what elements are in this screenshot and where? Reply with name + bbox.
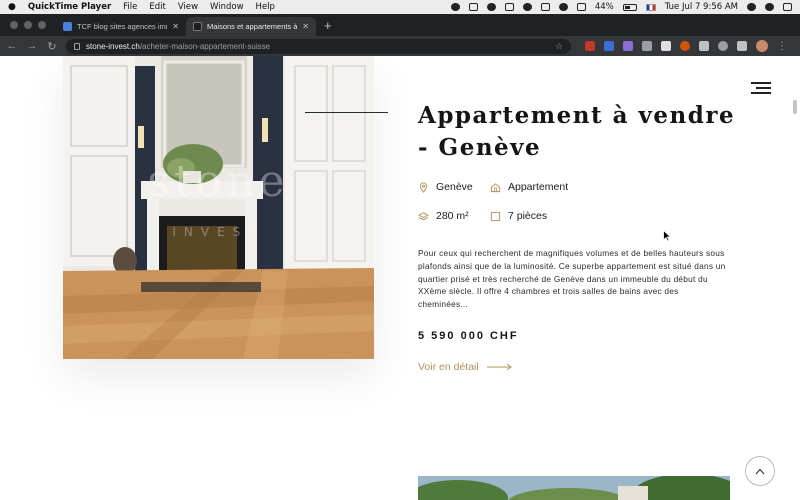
bookmark-star-icon[interactable]: ☆ [555, 41, 563, 52]
arrow-right-icon [486, 363, 512, 371]
page-content: stone INVEST Appartement à vendre - Genè… [0, 56, 800, 500]
copy-extension-icon[interactable] [699, 41, 709, 51]
listing-photo[interactable]: stone INVEST [63, 56, 374, 359]
rooms-value: 7 pièces [508, 210, 548, 222]
input-source-flag-icon[interactable] [645, 3, 656, 11]
feature-location: Genève [418, 181, 473, 193]
layers-icon [418, 211, 429, 220]
url-host: stone-invest.ch [86, 41, 140, 51]
spotlight-search-icon[interactable] [747, 3, 756, 11]
view-details-link[interactable]: Voir en détail [418, 361, 513, 373]
listing-description: Pour ceux qui recherchent de magnifiques… [418, 248, 726, 310]
puzzle-extensions-icon[interactable] [737, 41, 747, 51]
feature-property-type: Appartement [490, 181, 568, 193]
pen-extension-icon[interactable] [623, 41, 633, 51]
circle-extension-icon[interactable] [680, 41, 690, 51]
settings-extension-icon[interactable] [718, 41, 728, 51]
tab-maisons-appartements[interactable]: Maisons et appartements à ach ✕ [186, 17, 316, 36]
zoom-window-button[interactable] [38, 21, 46, 29]
chevron-up-icon [755, 468, 765, 474]
window-controls [0, 21, 56, 36]
scroll-to-top-button[interactable] [745, 456, 775, 486]
tab-title: Maisons et appartements à ach [207, 22, 298, 31]
close-tab-icon[interactable]: ✕ [172, 22, 179, 31]
page-scrollbar-thumb[interactable] [793, 100, 797, 114]
new-tab-button[interactable]: + [316, 18, 340, 36]
house-icon [490, 182, 501, 192]
menu-view[interactable]: View [178, 2, 198, 12]
menu-help[interactable]: Help [256, 2, 275, 12]
back-arrow-icon[interactable]: ← [6, 40, 18, 52]
hamburger-menu-icon[interactable] [751, 82, 771, 94]
profile-avatar[interactable] [756, 40, 768, 52]
view-details-label: Voir en détail [418, 361, 479, 373]
address-bar[interactable]: stone-invest.ch/acheter-maison-apparteme… [66, 38, 571, 54]
tab-tcf-blog[interactable]: TCF blog sites agences immo ✕ [56, 17, 186, 36]
macos-menu-bar: ● QuickTime Player File Edit View Window… [0, 0, 800, 14]
apple-menu-icon[interactable]: ● [8, 2, 16, 12]
listing-title: Appartement à vendre - Genève [418, 102, 736, 161]
adblock-extension-icon[interactable] [585, 41, 595, 51]
minimize-window-button[interactable] [24, 21, 32, 29]
listing-price: 5 590 000 CHF [418, 330, 519, 342]
bluetooth-icon[interactable] [540, 3, 550, 11]
sync-icon[interactable] [486, 3, 496, 11]
location-value: Genève [436, 181, 473, 193]
menu-edit[interactable]: Edit [149, 2, 165, 12]
forward-arrow-icon[interactable]: → [26, 40, 38, 52]
close-tab-icon[interactable]: ✕ [302, 22, 309, 31]
url-path: /acheter-maison-appartement-suisse [139, 41, 271, 51]
feature-surface: 280 m² [418, 210, 469, 222]
tag-extension-icon[interactable] [661, 41, 671, 51]
rooms-square-icon [490, 211, 501, 221]
upload-status-icon[interactable] [450, 3, 460, 11]
browser-toolbar: ← → ↻ stone-invest.ch/acheter-maison-app… [0, 36, 800, 56]
new-extension-icon[interactable] [604, 41, 614, 51]
surface-value: 280 m² [436, 210, 469, 222]
stone-favicon-icon [193, 22, 202, 31]
eyedropper-extension-icon[interactable] [642, 41, 652, 51]
decorative-rule [305, 112, 388, 113]
user-account-icon[interactable] [765, 3, 774, 11]
control-center-icon[interactable] [783, 3, 792, 11]
volume-icon[interactable] [576, 3, 586, 11]
battery-percent: 44% [594, 2, 614, 12]
location-pin-icon [419, 182, 428, 193]
menu-app-name[interactable]: QuickTime Player [28, 2, 111, 12]
menu-bar-status-area: 44% Tue Jul 7 9:56 AM [450, 2, 792, 12]
mouse-cursor-icon [663, 230, 671, 242]
docs-favicon-icon [63, 22, 72, 31]
property-type-value: Appartement [508, 181, 569, 193]
wifi-icon[interactable] [558, 3, 568, 11]
more-menu-icon[interactable]: ⋮ [777, 41, 787, 52]
record-icon[interactable] [522, 3, 532, 11]
svg-text:INVEST: INVEST [172, 225, 263, 239]
menu-window[interactable]: Window [210, 2, 244, 12]
menu-file[interactable]: File [123, 2, 137, 12]
browser-tab-strip: TCF blog sites agences immo ✕ Maisons et… [0, 14, 800, 36]
svg-text:stone: stone [147, 156, 288, 207]
next-listing-photo[interactable] [418, 476, 730, 500]
extensions-area: ⋮ [585, 40, 787, 52]
reload-icon[interactable]: ↻ [46, 40, 58, 53]
menu-clock[interactable]: Tue Jul 7 9:56 AM [665, 2, 738, 12]
screen-share-icon[interactable] [468, 3, 478, 11]
close-window-button[interactable] [10, 21, 18, 29]
feature-rooms: 7 pièces [490, 210, 547, 222]
lock-icon[interactable] [74, 42, 80, 50]
tab-title: TCF blog sites agences immo [77, 22, 168, 31]
plus-app-icon[interactable] [504, 3, 514, 11]
battery-icon[interactable] [622, 3, 637, 11]
